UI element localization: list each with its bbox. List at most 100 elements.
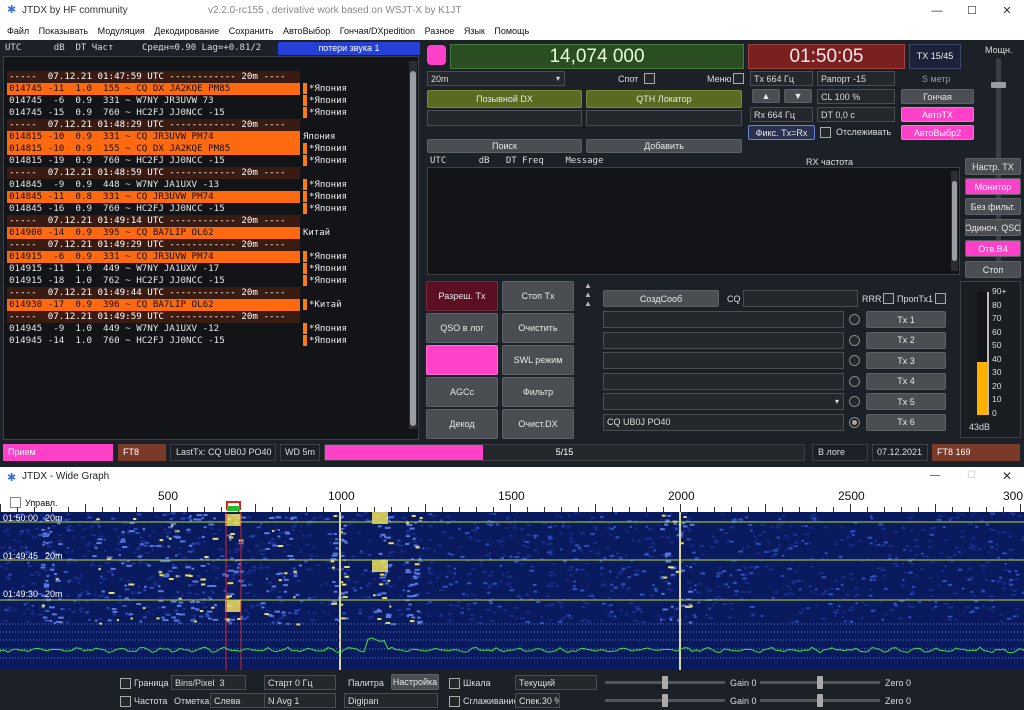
zero-slider-handle[interactable] — [817, 676, 823, 689]
close-icon[interactable]: ✕ — [1002, 469, 1012, 483]
power-slider-handle[interactable] — [991, 82, 1006, 88]
decode-line[interactable]: 014900 -14 0.9 395 ~ CQ BA7LIP OL62 Китай — [7, 227, 330, 239]
menu-mode[interactable]: Модуляция — [98, 26, 145, 36]
decode-separator[interactable]: ----- 07.12.21 01:48:29 UTC ------------… — [7, 119, 300, 131]
tune-button[interactable]: Тон — [426, 345, 498, 375]
decode-scroll-thumb[interactable] — [410, 71, 416, 426]
menu-hound[interactable]: Гончая/DXpedition — [340, 26, 415, 36]
lookup-button[interactable]: Поиск — [427, 139, 582, 153]
tx2-button[interactable]: Tx 2 — [866, 331, 946, 349]
track-checkbox[interactable] — [820, 127, 831, 138]
generate-messages-button[interactable]: СоздСооб — [603, 290, 719, 307]
gain-slider-handle[interactable] — [662, 676, 668, 689]
single-qso-button[interactable]: Одиноч. QSO — [965, 219, 1021, 236]
menu-save[interactable]: Сохранить — [229, 26, 274, 36]
scale-checkbox[interactable] — [449, 678, 460, 689]
mark-select[interactable]: Слева — [210, 693, 266, 708]
decode-separator[interactable]: ----- 07.12.21 01:47:59 UTC ------------… — [7, 71, 300, 83]
decode-line[interactable]: 014745 -6 0.9 331 ~ W7NY JR3UVW 73 *Япони… — [7, 95, 347, 107]
maximize-icon[interactable]: ☐ — [955, 0, 989, 22]
rrr-checkbox[interactable] — [883, 293, 894, 304]
tx2-radio[interactable] — [849, 334, 860, 346]
waterfall[interactable]: 01:50:00 20m 01:49:45 20m 01:49:30 20m — [0, 512, 1024, 670]
auto-select-button[interactable]: АвтоВыбр2 — [901, 125, 974, 140]
decode-line[interactable]: 014915 -6 0.9 331 ~ CQ JR3UVW PM74 *Япони… — [7, 251, 347, 263]
palette-select[interactable]: Digipan — [344, 693, 438, 708]
decode-line[interactable]: 014815 -10 0.9 155 ~ CQ DX JA2KQE PM85 *Я… — [7, 143, 347, 155]
gain-slider-handle[interactable] — [662, 694, 668, 707]
tx5-radio[interactable] — [849, 396, 860, 407]
menu-checkbox[interactable] — [733, 73, 744, 84]
tab-arrows-icon[interactable]: ▲ ▲ ▲ — [580, 281, 596, 311]
decode-line[interactable]: 014745 -11 1.0 155 ~ CQ DX JA2KQE PM85 *Я… — [7, 83, 347, 95]
tx6-button[interactable]: Tx 6 — [866, 413, 946, 431]
menu-autoselect[interactable]: АвтоВыбор — [283, 26, 330, 36]
spectrum-percent-spinbox[interactable]: Спек.30 % — [515, 693, 560, 708]
add-button[interactable]: Добавить — [586, 139, 742, 153]
menu-language[interactable]: Язык — [464, 26, 485, 36]
decode-line[interactable]: 014915 -11 1.0 449 ~ W7NY JA1UXV -17 *Япо… — [7, 263, 347, 275]
decode-separator[interactable]: ----- 07.12.21 01:49:14 UTC ------------… — [7, 215, 300, 227]
decode-line[interactable]: 014745 -15 0.9 760 ~ HC2FJ JJ0NCC -15 *Яп… — [7, 107, 347, 119]
decode-line[interactable]: 014930 -17 0.9 396 ~ CQ BA7LIP OL62 *Кита… — [7, 299, 342, 311]
frequency-checkbox[interactable] — [120, 696, 131, 707]
dt-spinbox[interactable]: DT 0,0 с — [817, 107, 895, 122]
up-arrow-icon[interactable]: ▲ — [752, 89, 780, 103]
auto-tx-button[interactable]: АвтоТХ — [901, 107, 974, 122]
tx5-message-input[interactable]: ▾ — [603, 393, 844, 410]
band-select[interactable]: 20m ▾ — [427, 71, 565, 86]
maximize-icon[interactable]: ☐ — [967, 470, 976, 481]
tx2-message-input[interactable] — [603, 331, 844, 349]
decode-button[interactable]: Декод — [426, 409, 498, 439]
smooth-checkbox[interactable] — [449, 696, 460, 707]
tx4-message-input[interactable] — [603, 372, 844, 390]
filter-button[interactable]: Фильтр — [502, 377, 574, 407]
decode-separator[interactable]: ----- 07.12.21 01:49:44 UTC ------------… — [7, 287, 300, 299]
stop-button[interactable]: Стоп — [965, 261, 1021, 278]
rx-scroll-thumb[interactable] — [952, 181, 957, 261]
prop-tx1-checkbox[interactable] — [935, 293, 946, 304]
enable-tx-button[interactable]: Разреш. Tx — [426, 281, 498, 311]
decode-line[interactable]: 014845 -9 0.9 448 ~ W7NY JA1UXV -13 *Япон… — [7, 179, 347, 191]
down-arrow-icon[interactable]: ▼ — [784, 89, 812, 103]
tx5-button[interactable]: Tx 5 — [866, 393, 946, 410]
band-activity-panel[interactable]: ----- 07.12.21 01:47:59 UTC ------------… — [3, 56, 419, 440]
decode-line[interactable]: 014845 -11 0.8 331 ~ CQ JR3UVW PM74 *Япон… — [7, 191, 347, 203]
decode-separator[interactable]: ----- 07.12.21 01:48:59 UTC ------------… — [7, 167, 300, 179]
tx3-radio[interactable] — [849, 355, 860, 366]
close-icon[interactable]: ✕ — [990, 0, 1024, 22]
tx6-message-input[interactable]: CQ UB0J PO40 — [603, 413, 844, 431]
start-spinbox[interactable]: Старт 0 Гц — [264, 675, 336, 690]
spot-checkbox[interactable] — [644, 73, 655, 84]
palette-settings-button[interactable]: Настройка — [391, 674, 439, 690]
erase-button[interactable]: Очистить — [502, 313, 574, 343]
no-filter-button[interactable]: Без фильт. — [965, 198, 1021, 215]
dx-call-input[interactable] — [427, 110, 582, 126]
decode-line[interactable]: 014945 -14 1.0 760 ~ HC2FJ JJ0NCC -15 *Яп… — [7, 335, 347, 347]
decode-line[interactable]: 014815 -19 0.9 760 ~ HC2FJ JJ0NCC -15 *Яп… — [7, 155, 347, 167]
clear-dx-button[interactable]: Очист.DX — [502, 409, 574, 439]
menu-help[interactable]: Помощь — [494, 26, 529, 36]
lock-tx-rx-button[interactable]: Фикс. Tx=Rx — [748, 125, 815, 140]
decode-separator[interactable]: ----- 07.12.21 01:49:59 UTC ------------… — [7, 311, 300, 323]
minimize-icon[interactable]: — — [920, 0, 954, 22]
swl-mode-button[interactable]: SWL режим — [502, 345, 574, 375]
rx-scrollbar[interactable] — [951, 171, 958, 271]
zero-slider-handle[interactable] — [817, 694, 823, 707]
menu-view[interactable]: Показывать — [39, 26, 88, 36]
bins-spinbox[interactable]: Bins/Pixel 3 — [171, 675, 246, 690]
monitor-button[interactable]: Монитор — [965, 178, 1021, 195]
tx6-radio[interactable] — [849, 416, 860, 428]
tune-settings-button[interactable]: Настр. TX — [965, 158, 1021, 175]
decode-line[interactable]: 014815 -10 0.9 331 ~ CQ JR3UVW PM74 Япони… — [7, 131, 336, 143]
answer-b4-button[interactable]: Отв.В4 — [965, 240, 1021, 257]
rx-frequency-panel[interactable] — [427, 167, 960, 275]
menu-file[interactable]: Файл — [7, 26, 29, 36]
tx3-button[interactable]: Tx 3 — [866, 352, 946, 369]
dx-grid-input[interactable] — [586, 110, 742, 126]
report-spinbox[interactable]: Рапорт -15 — [817, 71, 895, 86]
tx3-message-input[interactable] — [603, 352, 844, 369]
minimize-icon[interactable]: — — [930, 470, 940, 481]
control-checkbox[interactable] — [10, 497, 21, 508]
menu-misc[interactable]: Разное — [425, 26, 455, 36]
